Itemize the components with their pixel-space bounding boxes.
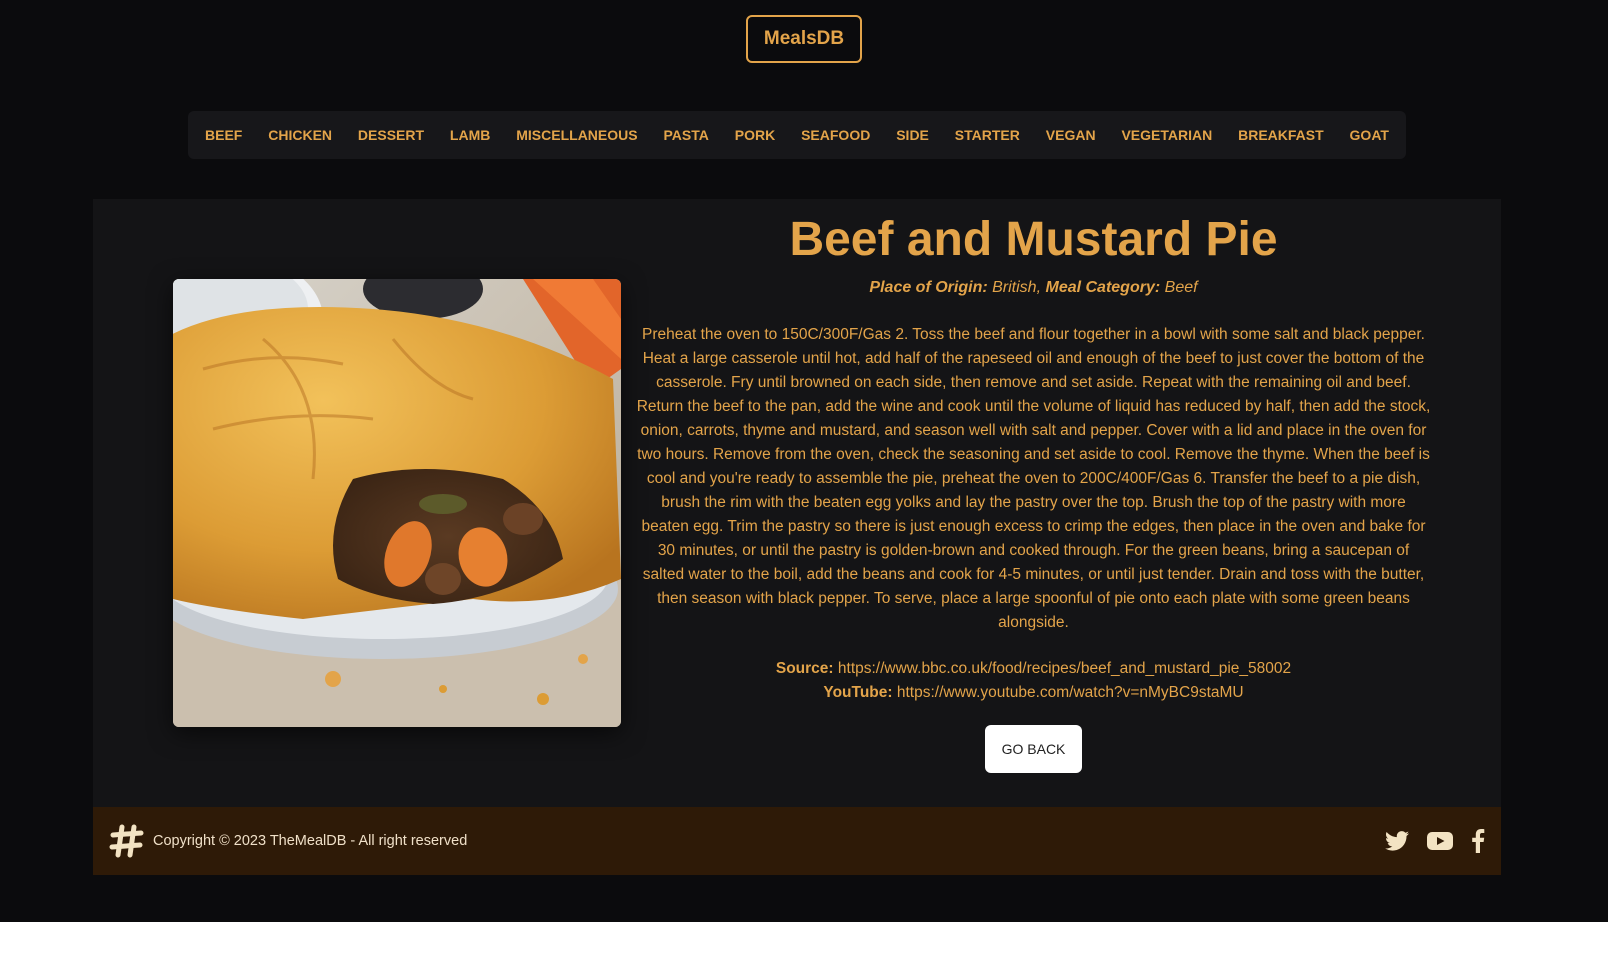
category-label: Meal Category: bbox=[1045, 279, 1161, 296]
youtube-label: YouTube: bbox=[823, 684, 893, 701]
facebook-icon[interactable] bbox=[1471, 829, 1485, 853]
origin-value: British, bbox=[992, 279, 1042, 296]
social-links bbox=[1385, 829, 1485, 853]
go-back-button[interactable]: GO BACK bbox=[984, 725, 1083, 773]
youtube-row: YouTube: https://www.youtube.com/watch?v… bbox=[636, 681, 1431, 705]
nav-item-lamb[interactable]: Lamb bbox=[450, 127, 490, 143]
meal-photo bbox=[173, 279, 621, 727]
page: MealsDB Beef Chicken Dessert Lamb Miscel… bbox=[0, 0, 1608, 922]
youtube-icon[interactable] bbox=[1427, 831, 1453, 851]
nav-item-beef[interactable]: Beef bbox=[205, 127, 242, 143]
meal-title: Beef and Mustard Pie bbox=[789, 213, 1278, 266]
youtube-link[interactable]: https://www.youtube.com/watch?v=nMyBC9st… bbox=[897, 684, 1244, 701]
category-value: Beef bbox=[1164, 279, 1198, 296]
meal-meta: Place of Origin: British, Meal Category:… bbox=[636, 277, 1431, 299]
source-label: Source: bbox=[775, 660, 834, 677]
nav-item-breakfast[interactable]: Breakfast bbox=[1238, 127, 1324, 143]
footer: Copyright © 2023 TheMealDB - All right r… bbox=[93, 807, 1501, 875]
source-link[interactable]: https://www.bbc.co.uk/food/recipes/beef_… bbox=[838, 660, 1291, 677]
nav-item-miscellaneous[interactable]: Miscellaneous bbox=[516, 127, 637, 143]
nav-item-seafood[interactable]: Seafood bbox=[801, 127, 870, 143]
meal-instructions: Preheat the oven to 150C/300F/Gas 2. Tos… bbox=[636, 326, 1431, 631]
meal-links: Source: https://www.bbc.co.uk/food/recip… bbox=[636, 657, 1431, 705]
nav-item-starter[interactable]: Starter bbox=[955, 127, 1020, 143]
category-nav: Beef Chicken Dessert Lamb Miscellaneous … bbox=[188, 111, 1406, 159]
nav-item-vegetarian[interactable]: Vegetarian bbox=[1121, 127, 1212, 143]
twitter-icon[interactable] bbox=[1385, 830, 1409, 852]
copyright-text: Copyright © 2023 TheMealDB - All right r… bbox=[153, 833, 468, 849]
origin-label: Place of Origin: bbox=[869, 279, 988, 296]
nav-item-side[interactable]: Side bbox=[896, 127, 929, 143]
nav-item-goat[interactable]: Goat bbox=[1350, 127, 1389, 143]
brand-logo[interactable]: MealsDB bbox=[745, 15, 863, 63]
source-row: Source: https://www.bbc.co.uk/food/recip… bbox=[636, 657, 1431, 681]
nav-item-vegan[interactable]: Vegan bbox=[1046, 127, 1096, 143]
hashtag-logo-icon bbox=[109, 823, 145, 859]
nav-item-pork[interactable]: Pork bbox=[735, 127, 775, 143]
nav-item-dessert[interactable]: Dessert bbox=[358, 127, 424, 143]
meal-details: Beef and Mustard Pie Place of Origin: Br… bbox=[636, 211, 1431, 773]
nav-item-chicken[interactable]: Chicken bbox=[268, 127, 332, 143]
meal-detail-panel: Beef and Mustard Pie Place of Origin: Br… bbox=[93, 199, 1501, 807]
header: MealsDB bbox=[0, 15, 1608, 63]
nav-item-pasta[interactable]: Pasta bbox=[663, 127, 708, 143]
go-back-wrap: GO BACK bbox=[636, 725, 1431, 773]
footer-left: Copyright © 2023 TheMealDB - All right r… bbox=[109, 823, 467, 859]
